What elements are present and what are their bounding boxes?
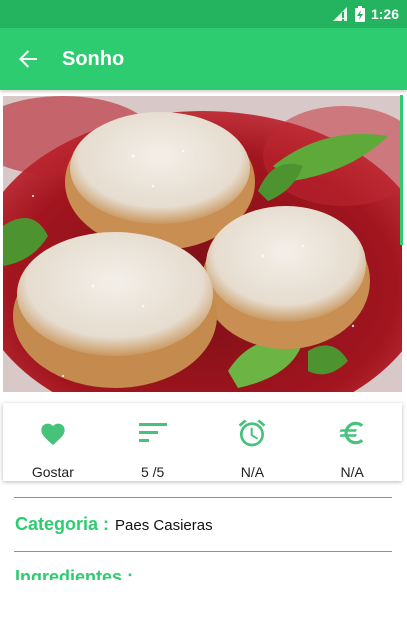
signal-icon bbox=[332, 7, 347, 21]
euro-icon bbox=[339, 421, 364, 445]
scroll-indicator bbox=[400, 95, 403, 245]
difficulty-item[interactable]: 5 /5 bbox=[103, 403, 203, 481]
like-button[interactable]: Gostar bbox=[3, 403, 103, 481]
price-label: N/A bbox=[340, 464, 364, 480]
app-toolbar: Sonho bbox=[0, 28, 407, 90]
ingredients-section: Ingredientes : bbox=[15, 566, 315, 580]
heart-icon bbox=[41, 423, 65, 446]
page-title: Sonho bbox=[62, 47, 125, 70]
category-value: Paes Casieras bbox=[115, 517, 213, 534]
recipe-stats-card: Gostar 5 /5 N/A N/A bbox=[3, 403, 402, 481]
ingredients-label: Ingredientes : bbox=[15, 567, 134, 580]
divider-top bbox=[14, 497, 392, 498]
like-label: Gostar bbox=[31, 464, 74, 480]
status-bar: 1:26 bbox=[0, 0, 407, 28]
alarm-icon bbox=[239, 419, 266, 447]
difficulty-label: 5 /5 bbox=[140, 464, 165, 480]
status-time: 1:26 bbox=[370, 6, 399, 22]
time-item[interactable]: N/A bbox=[203, 403, 303, 481]
time-label: N/A bbox=[240, 464, 265, 480]
sort-icon bbox=[138, 423, 167, 442]
arrow-back-icon bbox=[19, 50, 37, 68]
divider-middle bbox=[14, 551, 392, 552]
recipe-photo bbox=[3, 96, 402, 392]
category-label: Categoria : bbox=[15, 514, 110, 534]
back-button[interactable] bbox=[0, 31, 56, 87]
category-row: Categoria : Paes Casieras bbox=[15, 514, 213, 535]
battery-charging-icon bbox=[354, 6, 365, 22]
price-item[interactable]: N/A bbox=[302, 403, 402, 481]
